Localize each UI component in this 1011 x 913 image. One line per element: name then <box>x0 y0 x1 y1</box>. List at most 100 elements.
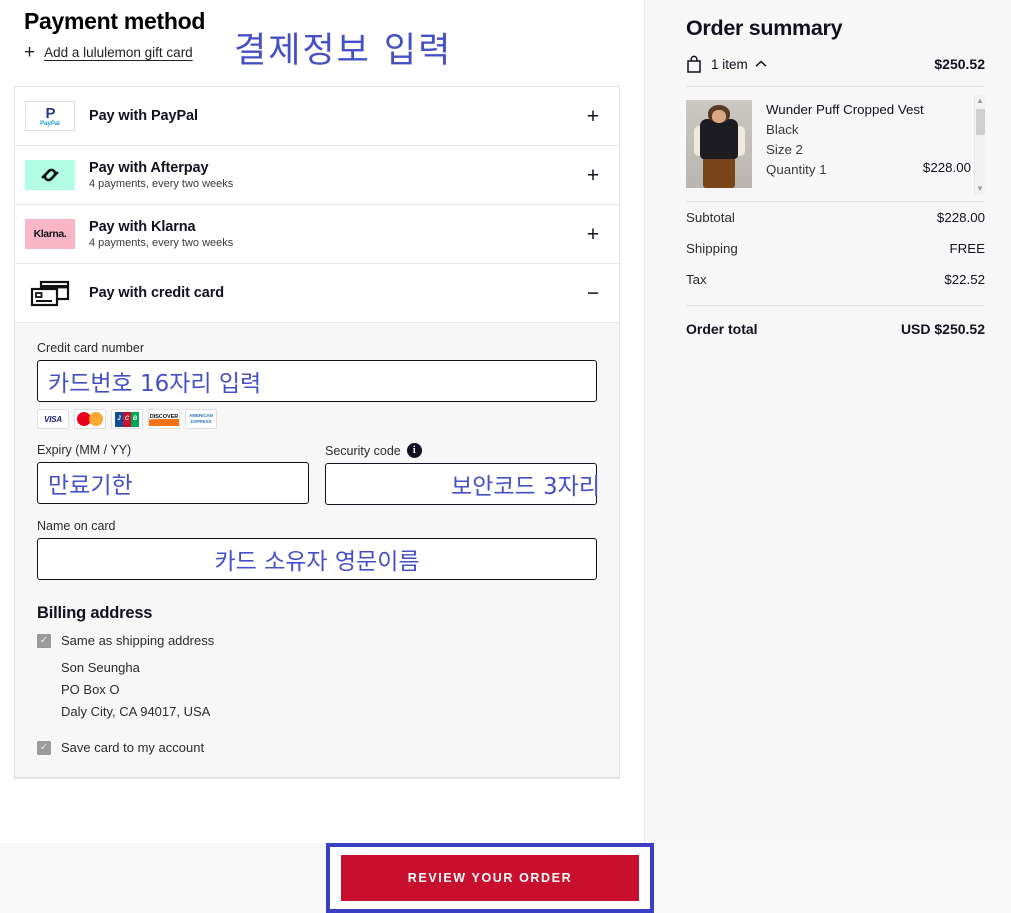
product-color: Black <box>766 121 799 137</box>
expand-paypal-icon[interactable]: + <box>583 106 603 127</box>
expiry-value: 만료기한 <box>48 473 133 499</box>
billing-address-text: Son Seungha PO Box O Daly City, CA 94017… <box>61 657 597 722</box>
afterpay-sublabel: 4 payments, every two weeks <box>89 178 234 190</box>
paypal-text: Pay with PayPal <box>89 108 583 124</box>
product-list: Wunder Puff Cropped Vest Black Size 2 Qu… <box>686 87 985 202</box>
checkout-page: Payment method + Add a lululemon gift ca… <box>0 0 1011 913</box>
paypal-logo: P PayPal <box>25 101 75 131</box>
product-quantity: Quantity 1 <box>766 161 827 177</box>
payment-method-paypal[interactable]: P PayPal Pay with PayPal + <box>15 87 619 146</box>
plus-icon: + <box>24 42 36 63</box>
discover-brand-icon: DISCOVER <box>148 409 180 429</box>
paypal-mark-icon: P <box>45 104 55 122</box>
billing-address-title: Billing address <box>37 604 153 622</box>
item-count-label: 1 item <box>711 56 748 72</box>
chevron-up-icon[interactable] <box>755 60 767 68</box>
expiry-security-row: Expiry (MM / YY) 만료기한 Security code i 보안… <box>37 443 600 505</box>
same-as-shipping-checkbox[interactable]: ✓ <box>37 633 51 648</box>
afterpay-glyph-icon <box>41 168 59 182</box>
subtotal-value: $228.00 <box>936 210 985 225</box>
shipping-row: Shipping FREE <box>686 233 985 264</box>
payment-method-credit-card[interactable]: Pay with credit card − <box>15 264 619 323</box>
item-count-row[interactable]: 1 item $250.52 <box>686 55 985 87</box>
order-summary-title: Order summary <box>686 16 843 40</box>
add-gift-card-link[interactable]: Add a lululemon gift card <box>44 45 193 60</box>
shopping-bag-icon <box>687 55 701 73</box>
payment-method-klarna[interactable]: Klarna. Pay with Klarna 4 payments, ever… <box>15 205 619 264</box>
info-icon[interactable]: i <box>406 443 422 458</box>
shipping-label: Shipping <box>686 241 738 256</box>
credit-card-text: Pay with credit card <box>89 285 583 301</box>
product-name: Wunder Puff Cropped Vest <box>766 102 924 117</box>
name-on-card-value: 카드 소유자 영문이름 <box>214 549 420 575</box>
credit-card-label: Pay with credit card <box>89 285 224 301</box>
same-as-shipping-row[interactable]: ✓ Same as shipping address <box>37 633 597 648</box>
security-code-input[interactable]: 보안코드 3자리 <box>325 463 600 505</box>
same-as-shipping-label: Same as shipping address <box>61 633 215 648</box>
expand-afterpay-icon[interactable]: + <box>583 165 603 186</box>
accepted-card-brands: VISA JCB DISCOVER AMERICAN EXPRESS <box>37 409 597 429</box>
credit-card-form: Credit card number 카드번호 16자리 입력 VISA JCB <box>15 323 619 779</box>
address-line-1: Son Seungha <box>61 660 140 675</box>
tax-value: $22.52 <box>944 272 985 287</box>
klarna-sublabel: 4 payments, every two weeks <box>89 237 234 249</box>
klarna-label: Pay with Klarna <box>89 219 196 235</box>
subtotal-row: Subtotal $228.00 <box>686 202 985 233</box>
tax-row: Tax $22.52 <box>686 264 985 295</box>
expiry-label: Expiry (MM / YY) <box>37 443 132 457</box>
item-count-total: $250.52 <box>934 56 985 72</box>
review-your-order-button[interactable]: REVIEW YOUR ORDER <box>341 855 639 901</box>
klarna-text: Pay with Klarna 4 payments, every two we… <box>89 219 583 249</box>
payment-methods-accordion: P PayPal Pay with PayPal + Pay with Afte… <box>14 86 620 780</box>
page-title: Payment method <box>24 8 206 34</box>
product-details: Wunder Puff Cropped Vest Black Size 2 Qu… <box>766 100 985 188</box>
address-line-3: Daly City, CA 94017, USA <box>61 703 211 719</box>
expand-klarna-icon[interactable]: + <box>583 224 603 245</box>
jcb-brand-icon: JCB <box>111 409 143 429</box>
expiry-input[interactable]: 만료기한 <box>37 462 309 504</box>
order-total-row: Order total USD $250.52 <box>686 306 985 337</box>
security-label: Security code <box>325 443 401 458</box>
credit-card-glyph-icon <box>30 280 70 307</box>
afterpay-logo <box>25 160 75 190</box>
save-card-checkbox[interactable]: ✓ <box>37 740 51 755</box>
product-list-scrollbar[interactable]: ▲ ▼ <box>974 95 985 195</box>
address-line-2: PO Box O <box>61 681 120 697</box>
product-thumbnail <box>686 100 752 188</box>
review-order-highlight: REVIEW YOUR ORDER <box>326 843 654 913</box>
name-on-card-label: Name on card <box>37 519 116 533</box>
collapse-credit-card-icon[interactable]: − <box>583 283 603 304</box>
save-card-label: Save card to my account <box>61 740 205 756</box>
order-total-value: USD $250.52 <box>900 321 985 337</box>
payment-method-afterpay[interactable]: Pay with Afterpay 4 payments, every two … <box>15 146 619 205</box>
name-field-group: Name on card 카드 소유자 영문이름 <box>37 519 597 580</box>
scrollbar-thumb[interactable] <box>976 109 985 135</box>
afterpay-text: Pay with Afterpay 4 payments, every two … <box>89 160 583 190</box>
security-code-value: 보안코드 3자리 <box>451 474 600 500</box>
subtotal-label: Subtotal <box>686 210 735 225</box>
security-label-row: Security code i <box>325 443 597 458</box>
paypal-wordmark: PayPal <box>40 120 60 127</box>
add-gift-card-row[interactable]: + Add a lululemon gift card <box>14 35 630 62</box>
product-price: $228.00 <box>922 159 971 175</box>
afterpay-label: Pay with Afterpay <box>89 160 209 176</box>
payment-method-column: Payment method + Add a lululemon gift ca… <box>0 0 644 843</box>
scroll-down-icon[interactable]: ▼ <box>976 183 984 195</box>
card-number-label: Credit card number <box>37 341 144 355</box>
order-total-label: Order total <box>686 321 758 337</box>
card-number-input[interactable]: 카드번호 16자리 입력 <box>37 360 597 402</box>
amex-brand-icon: AMERICAN EXPRESS <box>185 409 217 429</box>
credit-card-icon <box>25 278 75 308</box>
product-size: Size 2 <box>766 141 803 157</box>
scroll-up-icon[interactable]: ▲ <box>976 95 984 107</box>
expiry-field-group: Expiry (MM / YY) 만료기한 <box>37 443 309 505</box>
product-qty-price-row: Quantity 1 $228.00 <box>766 160 971 180</box>
paypal-label: Pay with PayPal <box>89 108 198 124</box>
security-field-group: Security code i 보안코드 3자리 <box>325 443 600 505</box>
name-on-card-input[interactable]: 카드 소유자 영문이름 <box>37 538 597 580</box>
klarna-wordmark: Klarna. <box>33 228 67 240</box>
order-summary-panel: Order summary 1 item $250.52 Wunder Puff… <box>644 0 1011 843</box>
save-card-row[interactable]: ✓ Save card to my account <box>37 740 597 755</box>
card-number-value: 카드번호 16자리 입력 <box>48 371 262 397</box>
shipping-value: FREE <box>949 241 985 256</box>
